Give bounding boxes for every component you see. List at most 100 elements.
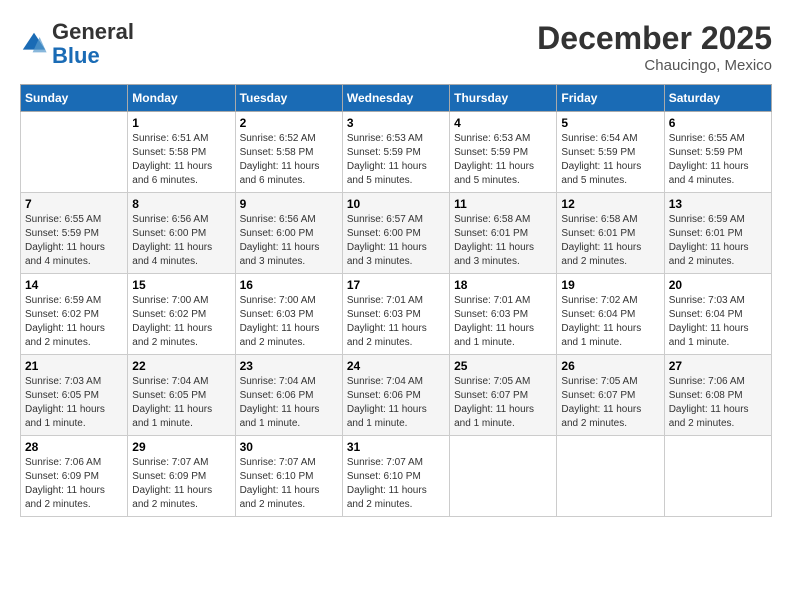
calendar-header-row: SundayMondayTuesdayWednesdayThursdayFrid…: [21, 85, 772, 112]
title-area: December 2025 Chaucingo, Mexico: [537, 20, 772, 74]
day-number: 30: [240, 440, 338, 454]
calendar-cell: 6 Sunrise: 6:55 AMSunset: 5:59 PMDaylight…: [664, 112, 771, 193]
column-header-wednesday: Wednesday: [342, 85, 449, 112]
calendar-cell: 16 Sunrise: 7:00 AMSunset: 6:03 PMDayligh…: [235, 274, 342, 355]
calendar-cell: 25 Sunrise: 7:05 AMSunset: 6:07 PMDayligh…: [450, 355, 557, 436]
calendar-cell: [450, 436, 557, 517]
day-info: Sunrise: 7:04 AMSunset: 6:06 PMDaylight:…: [347, 375, 445, 431]
calendar-cell: 9 Sunrise: 6:56 AMSunset: 6:00 PMDaylight…: [235, 193, 342, 274]
day-number: 29: [132, 440, 230, 454]
day-number: 9: [240, 197, 338, 211]
day-info: Sunrise: 6:51 AMSunset: 5:58 PMDaylight:…: [132, 132, 230, 188]
calendar-cell: 24Sunrise: 7:04 AMSunset: 6:06 PMDayligh…: [342, 355, 449, 436]
day-info: Sunrise: 7:06 AMSunset: 6:09 PMDaylight:…: [25, 456, 123, 512]
calendar-cell: 27 Sunrise: 7:06 AMSunset: 6:08 PMDayligh…: [664, 355, 771, 436]
calendar-cell: 17Sunrise: 7:01 AMSunset: 6:03 PMDayligh…: [342, 274, 449, 355]
calendar-cell: 12 Sunrise: 6:58 AMSunset: 6:01 PMDayligh…: [557, 193, 664, 274]
day-info: Sunrise: 6:59 AMSunset: 6:01 PMDaylight:…: [669, 213, 767, 269]
day-info: Sunrise: 7:06 AMSunset: 6:08 PMDaylight:…: [669, 375, 767, 431]
day-info: Sunrise: 7:04 AMSunset: 6:05 PMDaylight:…: [132, 375, 230, 431]
calendar-cell: 4 Sunrise: 6:53 AMSunset: 5:59 PMDaylight…: [450, 112, 557, 193]
month-title: December 2025: [537, 20, 772, 57]
calendar-cell: [21, 112, 128, 193]
day-number: 15: [132, 278, 230, 292]
location-subtitle: Chaucingo, Mexico: [537, 57, 772, 74]
column-header-monday: Monday: [128, 85, 235, 112]
calendar-cell: 10 Sunrise: 6:57 AMSunset: 6:00 PMDayligh…: [342, 193, 449, 274]
calendar-cell: 7 Sunrise: 6:55 AMSunset: 5:59 PMDaylight…: [21, 193, 128, 274]
day-number: 6: [669, 116, 767, 130]
day-number: 21: [25, 359, 123, 373]
calendar-week-row: 28 Sunrise: 7:06 AMSunset: 6:09 PMDayligh…: [21, 436, 772, 517]
day-info: Sunrise: 7:02 AMSunset: 6:04 PMDaylight:…: [561, 294, 659, 350]
day-number: 18: [454, 278, 552, 292]
day-number: 7: [25, 197, 123, 211]
column-header-friday: Friday: [557, 85, 664, 112]
day-info: Sunrise: 6:54 AMSunset: 5:59 PMDaylight:…: [561, 132, 659, 188]
day-info: Sunrise: 7:03 AMSunset: 6:05 PMDaylight:…: [25, 375, 123, 431]
day-number: 12: [561, 197, 659, 211]
calendar-week-row: 7 Sunrise: 6:55 AMSunset: 5:59 PMDaylight…: [21, 193, 772, 274]
calendar-cell: 26Sunrise: 7:05 AMSunset: 6:07 PMDayligh…: [557, 355, 664, 436]
day-number: 10: [347, 197, 445, 211]
column-header-thursday: Thursday: [450, 85, 557, 112]
day-info: Sunrise: 7:05 AMSunset: 6:07 PMDaylight:…: [454, 375, 552, 431]
page-header: General Blue December 2025 Chaucingo, Me…: [20, 20, 772, 74]
day-info: Sunrise: 6:52 AMSunset: 5:58 PMDaylight:…: [240, 132, 338, 188]
calendar-week-row: 14 Sunrise: 6:59 AMSunset: 6:02 PMDayligh…: [21, 274, 772, 355]
day-info: Sunrise: 7:07 AMSunset: 6:10 PMDaylight:…: [347, 456, 445, 512]
day-info: Sunrise: 6:53 AMSunset: 5:59 PMDaylight:…: [454, 132, 552, 188]
day-info: Sunrise: 6:55 AMSunset: 5:59 PMDaylight:…: [669, 132, 767, 188]
day-number: 28: [25, 440, 123, 454]
day-number: 22: [132, 359, 230, 373]
day-info: Sunrise: 6:53 AMSunset: 5:59 PMDaylight:…: [347, 132, 445, 188]
calendar-cell: 8Sunrise: 6:56 AMSunset: 6:00 PMDaylight…: [128, 193, 235, 274]
day-number: 16: [240, 278, 338, 292]
calendar-cell: 15 Sunrise: 7:00 AMSunset: 6:02 PMDayligh…: [128, 274, 235, 355]
day-info: Sunrise: 6:58 AMSunset: 6:01 PMDaylight:…: [561, 213, 659, 269]
day-number: 2: [240, 116, 338, 130]
day-info: Sunrise: 7:05 AMSunset: 6:07 PMDaylight:…: [561, 375, 659, 431]
calendar-cell: [557, 436, 664, 517]
day-number: 5: [561, 116, 659, 130]
day-info: Sunrise: 7:00 AMSunset: 6:03 PMDaylight:…: [240, 294, 338, 350]
column-header-sunday: Sunday: [21, 85, 128, 112]
calendar-cell: 23Sunrise: 7:04 AMSunset: 6:06 PMDayligh…: [235, 355, 342, 436]
day-number: 27: [669, 359, 767, 373]
calendar-cell: 22 Sunrise: 7:04 AMSunset: 6:05 PMDayligh…: [128, 355, 235, 436]
calendar-week-row: 1Sunrise: 6:51 AMSunset: 5:58 PMDaylight…: [21, 112, 772, 193]
logo: General Blue: [20, 20, 134, 68]
calendar-cell: 1Sunrise: 6:51 AMSunset: 5:58 PMDaylight…: [128, 112, 235, 193]
day-number: 31: [347, 440, 445, 454]
day-info: Sunrise: 6:56 AMSunset: 6:00 PMDaylight:…: [132, 213, 230, 269]
calendar-week-row: 21 Sunrise: 7:03 AMSunset: 6:05 PMDayligh…: [21, 355, 772, 436]
day-info: Sunrise: 7:07 AMSunset: 6:09 PMDaylight:…: [132, 456, 230, 512]
day-info: Sunrise: 6:57 AMSunset: 6:00 PMDaylight:…: [347, 213, 445, 269]
day-number: 14: [25, 278, 123, 292]
day-info: Sunrise: 6:56 AMSunset: 6:00 PMDaylight:…: [240, 213, 338, 269]
logo-text: General Blue: [52, 20, 134, 68]
day-number: 20: [669, 278, 767, 292]
day-info: Sunrise: 7:00 AMSunset: 6:02 PMDaylight:…: [132, 294, 230, 350]
calendar-table: SundayMondayTuesdayWednesdayThursdayFrid…: [20, 84, 772, 517]
calendar-cell: 3Sunrise: 6:53 AMSunset: 5:59 PMDaylight…: [342, 112, 449, 193]
calendar-cell: 28 Sunrise: 7:06 AMSunset: 6:09 PMDayligh…: [21, 436, 128, 517]
day-info: Sunrise: 6:55 AMSunset: 5:59 PMDaylight:…: [25, 213, 123, 269]
calendar-cell: 11Sunrise: 6:58 AMSunset: 6:01 PMDayligh…: [450, 193, 557, 274]
calendar-cell: 20 Sunrise: 7:03 AMSunset: 6:04 PMDayligh…: [664, 274, 771, 355]
day-number: 25: [454, 359, 552, 373]
day-info: Sunrise: 6:59 AMSunset: 6:02 PMDaylight:…: [25, 294, 123, 350]
calendar-cell: 21 Sunrise: 7:03 AMSunset: 6:05 PMDayligh…: [21, 355, 128, 436]
day-info: Sunrise: 6:58 AMSunset: 6:01 PMDaylight:…: [454, 213, 552, 269]
calendar-cell: 13 Sunrise: 6:59 AMSunset: 6:01 PMDayligh…: [664, 193, 771, 274]
day-info: Sunrise: 7:01 AMSunset: 6:03 PMDaylight:…: [347, 294, 445, 350]
calendar-cell: 31 Sunrise: 7:07 AMSunset: 6:10 PMDayligh…: [342, 436, 449, 517]
day-number: 19: [561, 278, 659, 292]
day-number: 23: [240, 359, 338, 373]
calendar-cell: 14 Sunrise: 6:59 AMSunset: 6:02 PMDayligh…: [21, 274, 128, 355]
column-header-tuesday: Tuesday: [235, 85, 342, 112]
day-number: 4: [454, 116, 552, 130]
day-number: 13: [669, 197, 767, 211]
day-info: Sunrise: 7:03 AMSunset: 6:04 PMDaylight:…: [669, 294, 767, 350]
calendar-cell: 30Sunrise: 7:07 AMSunset: 6:10 PMDayligh…: [235, 436, 342, 517]
